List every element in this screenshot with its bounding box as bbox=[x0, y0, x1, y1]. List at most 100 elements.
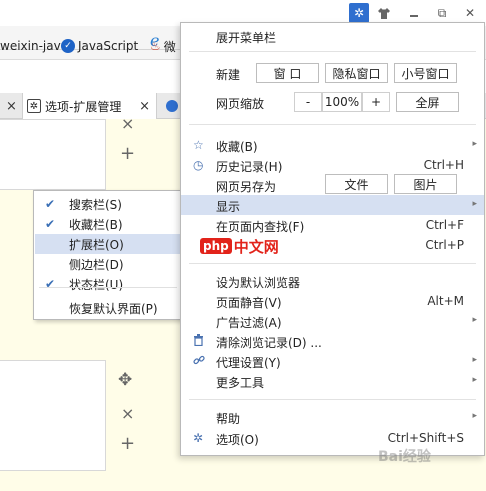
menu-item-label: 帮助 bbox=[216, 412, 241, 426]
menu-item-label: 广告过滤(A) bbox=[216, 316, 282, 330]
menu-item-label: 展开菜单栏 bbox=[216, 31, 277, 45]
php-badge: php bbox=[200, 238, 232, 254]
chevron-right-icon: ▸ bbox=[472, 315, 477, 325]
bookmark-weixin[interactable]: weixin-jav bbox=[0, 37, 61, 55]
zoom-out-button[interactable]: - bbox=[294, 92, 322, 112]
baidu-watermark: Bai经验 bbox=[378, 449, 431, 465]
star-icon: ☆ bbox=[193, 138, 204, 152]
shortcut-label: Alt+M bbox=[427, 294, 464, 308]
submenu-item-favorites-bar[interactable]: ✔ 收藏栏(B) bbox=[35, 214, 181, 234]
shield-icon: ✓ bbox=[61, 39, 75, 53]
menu-item-label: 代理设置(Y) bbox=[216, 356, 281, 370]
bookmark-wei[interactable]: ♨ 微 bbox=[150, 37, 176, 55]
gear-icon[interactable]: ✲ bbox=[349, 3, 369, 23]
restore-icon[interactable]: ⧉ bbox=[432, 3, 452, 23]
submenu-item-sidebar[interactable]: 侧边栏(D) bbox=[35, 254, 181, 274]
php-watermark: php 中文网 bbox=[200, 236, 279, 256]
add-icon[interactable]: + bbox=[120, 145, 135, 163]
menu-item-clear-history[interactable]: 清除浏览记录(D) ... bbox=[181, 331, 484, 351]
new-small-window-button[interactable]: 小号窗口 bbox=[394, 63, 457, 83]
zoom-in-button[interactable]: + bbox=[362, 92, 390, 112]
trash-icon bbox=[193, 334, 204, 349]
menu-item-favorites[interactable]: ☆ 收藏(B) ▸ bbox=[181, 135, 484, 155]
shortcut-label: Ctrl+H bbox=[423, 158, 464, 172]
zoom-level: 100% bbox=[322, 92, 362, 112]
tab-label: 选项-扩展管理 bbox=[45, 99, 122, 114]
submenu-item-label: 扩展栏(O) bbox=[69, 237, 124, 252]
submenu-item-restore-default[interactable]: 恢复默认界面(P) bbox=[35, 298, 181, 318]
close-icon[interactable]: × bbox=[121, 406, 134, 422]
browser-logo-icon bbox=[166, 100, 178, 112]
minimize-icon[interactable] bbox=[404, 3, 424, 23]
bookmark-javascript[interactable]: ✓ JavaScript bbox=[61, 37, 138, 55]
tab-options-extensions[interactable]: ✲ 选项-扩展管理 × bbox=[22, 93, 157, 119]
shortcut-label: Ctrl+Shift+S bbox=[387, 431, 464, 445]
menu-item-label: 网页另存为 bbox=[216, 180, 277, 194]
display-submenu: ✔ 搜索栏(S) ✔ 收藏栏(B) 扩展栏(O) 侧边栏(D) ✔ 状态栏(U)… bbox=[33, 190, 183, 320]
save-image-button[interactable]: 图片 bbox=[394, 174, 457, 194]
menu-item-set-default-browser[interactable]: 设为默认浏览器 bbox=[181, 271, 484, 291]
move-icon[interactable]: ✥ bbox=[118, 372, 132, 389]
menu-item-display[interactable]: 显示 ▸ bbox=[181, 195, 484, 215]
menu-item-label: 显示 bbox=[216, 200, 241, 214]
menu-item-label: 历史记录(H) bbox=[216, 160, 283, 174]
menu-item-label: 网页缩放 bbox=[216, 97, 265, 111]
submenu-item-label: 搜索栏(S) bbox=[69, 197, 122, 212]
close-icon[interactable]: ✕ bbox=[460, 3, 480, 23]
chevron-right-icon: ▸ bbox=[472, 375, 477, 385]
menu-item-history[interactable]: ◷ 历史记录(H) Ctrl+H bbox=[181, 155, 484, 175]
menu-item-label: 新建 bbox=[216, 68, 241, 82]
bookmark-label: JavaScript bbox=[78, 39, 139, 53]
new-private-window-button[interactable]: 隐私窗口 bbox=[325, 63, 388, 83]
tab-close-icon[interactable]: × bbox=[139, 99, 150, 114]
submenu-item-label: 状态栏(U) bbox=[69, 277, 124, 292]
menu-item-label: 在页面内查找(F) bbox=[216, 220, 305, 234]
clock-icon: ◷ bbox=[193, 158, 204, 172]
menu-item-label: 选项(O) bbox=[216, 433, 259, 447]
shortcut-label: Ctrl+F bbox=[425, 218, 464, 232]
extension-panel bbox=[0, 119, 106, 190]
submenu-item-status-bar[interactable]: ✔ 状态栏(U) bbox=[35, 274, 181, 294]
tab-close-icon[interactable]: × bbox=[6, 99, 17, 114]
chevron-right-icon: ▸ bbox=[472, 355, 477, 365]
menu-item-find[interactable]: 在页面内查找(F) Ctrl+F bbox=[181, 215, 484, 235]
submenu-item-label: 侧边栏(D) bbox=[69, 257, 124, 272]
submenu-item-extensions-bar[interactable]: 扩展栏(O) bbox=[35, 234, 181, 254]
add-icon[interactable]: + bbox=[120, 435, 135, 453]
java-icon: ♨ bbox=[150, 39, 161, 53]
link-icon bbox=[193, 354, 205, 369]
menu-item-help[interactable]: 帮助 ▸ bbox=[181, 407, 484, 427]
php-text: 中文网 bbox=[233, 237, 279, 256]
menu-item-label: 页面静音(V) bbox=[216, 296, 282, 310]
menu-item-label: 更多工具 bbox=[216, 376, 265, 390]
check-icon: ✔ bbox=[45, 277, 56, 291]
chevron-right-icon: ▸ bbox=[472, 139, 477, 149]
menu-item-options[interactable]: ✲ 选项(O) Ctrl+Shift+S bbox=[181, 428, 484, 448]
gear-icon: ✲ bbox=[27, 99, 41, 113]
tab-next[interactable] bbox=[160, 93, 180, 119]
menu-item-more-tools[interactable]: 更多工具 ▸ bbox=[181, 371, 484, 391]
extension-panel bbox=[0, 360, 106, 471]
bookmark-label: weixin-jav bbox=[0, 39, 61, 53]
new-window-button[interactable]: 窗 口 bbox=[256, 63, 319, 83]
shirt-icon[interactable] bbox=[374, 3, 394, 23]
submenu-item-search-bar[interactable]: ✔ 搜索栏(S) bbox=[35, 194, 181, 214]
chevron-right-icon: ▸ bbox=[472, 199, 477, 209]
menu-item-proxy[interactable]: 代理设置(Y) ▸ bbox=[181, 351, 484, 371]
submenu-item-label: 恢复默认界面(P) bbox=[69, 301, 158, 316]
submenu-divider bbox=[39, 287, 177, 288]
gear-icon: ✲ bbox=[193, 431, 204, 445]
menu-item-expand-menubar[interactable]: 展开菜单栏 bbox=[181, 26, 484, 46]
menu-item-adblock[interactable]: 广告过滤(A) ▸ bbox=[181, 311, 484, 331]
close-icon[interactable]: × bbox=[121, 116, 134, 132]
check-icon: ✔ bbox=[45, 197, 56, 211]
submenu-item-label: 收藏栏(B) bbox=[69, 217, 123, 232]
chevron-right-icon: ▸ bbox=[472, 411, 477, 421]
fullscreen-button[interactable]: 全屏 bbox=[396, 92, 459, 112]
tab-previous[interactable]: × bbox=[0, 93, 22, 119]
menu-divider bbox=[189, 51, 476, 52]
menu-item-mute-page[interactable]: 页面静音(V) Alt+M bbox=[181, 291, 484, 311]
save-file-button[interactable]: 文件 bbox=[325, 174, 388, 194]
menu-item-label: 收藏(B) bbox=[216, 140, 258, 154]
menu-item-label: 设为默认浏览器 bbox=[216, 276, 301, 290]
